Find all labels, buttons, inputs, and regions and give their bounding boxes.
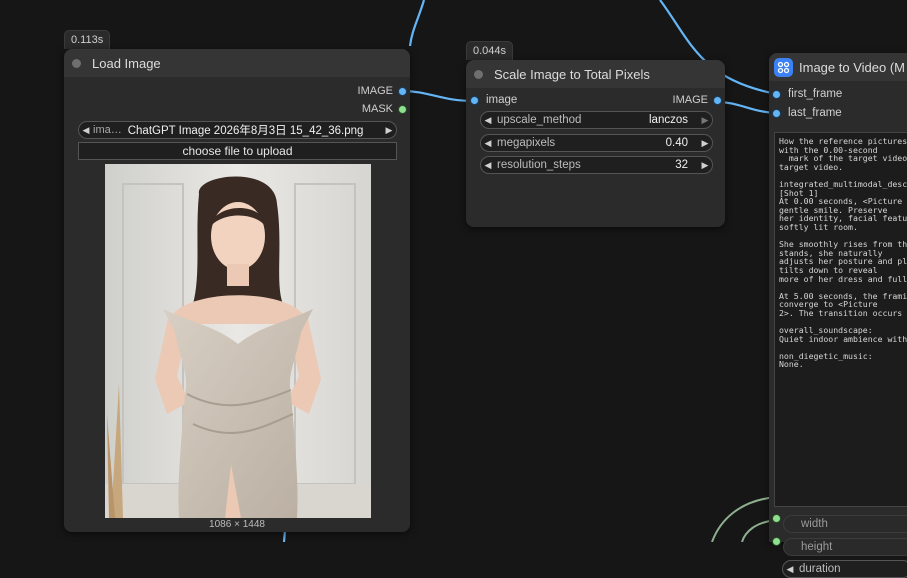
- input-port-icon[interactable]: [773, 109, 780, 117]
- node-title: Scale Image to Total Pixels: [494, 66, 650, 82]
- node-title: Image to Video (M: [799, 59, 905, 75]
- resolution-steps-widget[interactable]: ◀ resolution_steps 32 ▶: [480, 156, 713, 174]
- height-widget[interactable]: height: [783, 538, 907, 556]
- node-body: image IMAGE ◀ upscale_method lanczos ▶ ◀…: [466, 88, 725, 227]
- node-body: IMAGE MASK ◀ ima… ChatGPT Image 2026年8月3…: [64, 77, 410, 532]
- input-port-icon[interactable]: [471, 96, 478, 104]
- input-label: last_frame: [788, 107, 842, 119]
- arrow-left-icon[interactable]: ◀: [481, 160, 495, 171]
- upscale-method-widget[interactable]: ◀ upscale_method lanczos ▶: [480, 111, 713, 129]
- image-wire-load-to-scale: [401, 89, 476, 103]
- image-preview: [105, 164, 371, 518]
- duration-widget[interactable]: ◀ duration: [782, 560, 907, 578]
- input-port-icon[interactable]: [773, 515, 780, 522]
- node-type-icon: [774, 57, 793, 77]
- output-port-icon[interactable]: [399, 87, 406, 95]
- widget-value: 0.40: [665, 137, 688, 149]
- arrow-right-icon[interactable]: ▶: [698, 115, 712, 126]
- image-to-video-node[interactable]: Image to Video (M first_frame last_frame…: [769, 53, 907, 578]
- execution-time-badge: 0.044s: [466, 41, 514, 60]
- collapse-dot-icon[interactable]: [474, 69, 483, 79]
- widget-value: lanczos: [649, 114, 688, 126]
- widget-label: ima…: [93, 124, 122, 136]
- output-image[interactable]: IMAGE: [673, 94, 721, 106]
- output-label: MASK: [361, 103, 393, 115]
- scale-image-node[interactable]: Scale Image to Total Pixels image IMAGE …: [466, 60, 725, 227]
- width-widget[interactable]: width: [783, 515, 907, 533]
- node-header[interactable]: Scale Image to Total Pixels: [466, 60, 725, 88]
- widget-label: upscale_method: [497, 114, 582, 126]
- image-dimensions-caption: 1086 × 1448: [209, 519, 265, 530]
- widget-label: resolution_steps: [497, 159, 581, 171]
- upload-button[interactable]: choose file to upload: [78, 142, 397, 160]
- execution-time-badge: 0.113s: [64, 30, 111, 49]
- arrow-right-icon[interactable]: ▶: [698, 160, 712, 171]
- collapse-dot-icon[interactable]: [72, 58, 81, 68]
- output-port-icon[interactable]: [714, 96, 721, 104]
- load-image-node[interactable]: Load Image IMAGE MASK ◀ ima… ChatGPT Ima…: [64, 49, 410, 532]
- widget-label: width: [801, 518, 828, 530]
- node-title: Load Image: [92, 55, 161, 71]
- arrow-right-icon[interactable]: ▶: [382, 125, 396, 136]
- arrow-left-icon[interactable]: ◀: [783, 564, 797, 575]
- node-body: first_frame last_frame How the reference…: [769, 81, 907, 578]
- widget-value: 32: [675, 159, 688, 171]
- widget-label: duration: [799, 563, 841, 575]
- image-wire-scale-to-video: [716, 100, 778, 115]
- node-header[interactable]: Load Image: [64, 49, 410, 77]
- widget-label: height: [801, 541, 833, 553]
- output-mask[interactable]: MASK: [362, 103, 406, 115]
- image-combo-widget[interactable]: ◀ ima… ChatGPT Image 2026年8月3日 15_42_36.…: [78, 121, 397, 139]
- widget-value: ChatGPT Image 2026年8月3日 15_42_36.png: [127, 125, 364, 137]
- input-image[interactable]: image: [471, 94, 517, 106]
- input-first-frame[interactable]: first_frame: [773, 88, 842, 100]
- output-label: IMAGE: [357, 85, 393, 97]
- output-image[interactable]: IMAGE: [358, 85, 406, 97]
- input-label: image: [486, 94, 518, 106]
- arrow-left-icon[interactable]: ◀: [79, 125, 93, 136]
- megapixels-widget[interactable]: ◀ megapixels 0.40 ▶: [480, 134, 713, 152]
- arrow-right-icon[interactable]: ▶: [698, 138, 712, 149]
- input-last-frame[interactable]: last_frame: [773, 107, 842, 119]
- arrow-left-icon[interactable]: ◀: [481, 115, 495, 126]
- widget-label: megapixels: [497, 137, 556, 149]
- node-header[interactable]: Image to Video (M: [769, 53, 907, 81]
- arrow-left-icon[interactable]: ◀: [481, 138, 495, 149]
- image-wire-top-left: [408, 0, 426, 47]
- input-port-icon[interactable]: [773, 90, 780, 98]
- prompt-textarea[interactable]: How the reference pictures a with the 0.…: [774, 132, 907, 507]
- input-label: first_frame: [788, 88, 843, 100]
- output-port-icon[interactable]: [399, 105, 406, 113]
- output-label: IMAGE: [672, 94, 708, 106]
